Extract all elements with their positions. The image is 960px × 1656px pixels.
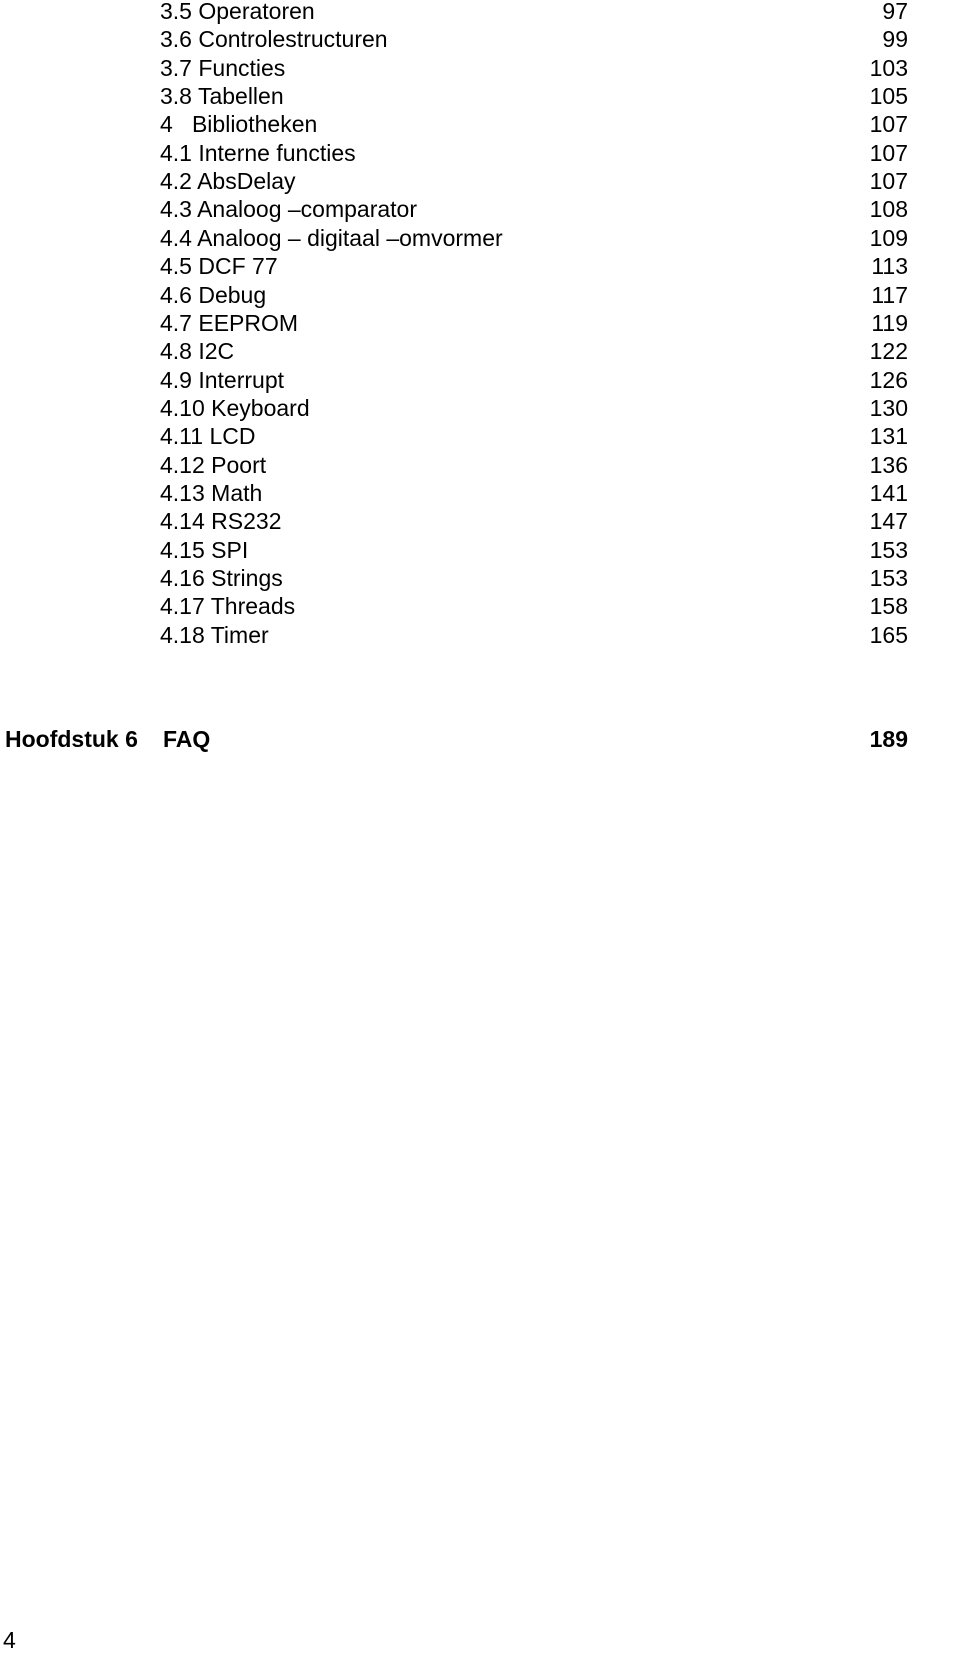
toc-entry-title: 3.7 Functies bbox=[160, 54, 286, 81]
toc-entry[interactable]: 3.6 Controlestructuren 99 bbox=[0, 25, 960, 53]
toc-entry-page-number: 113 bbox=[871, 253, 908, 280]
toc-entry-page-number: 136 bbox=[869, 451, 908, 478]
toc-entry-title: 3.5 Operatoren bbox=[160, 0, 315, 24]
toc-entry-page-number: 109 bbox=[869, 224, 908, 251]
toc-entry-title: 4.6 Debug bbox=[160, 281, 267, 308]
toc-entry-title: 4.18 Timer bbox=[160, 621, 269, 648]
toc-entry[interactable]: 4.17 Threads 158 bbox=[0, 592, 960, 620]
toc-entry-title: 4.1 Interne functies bbox=[160, 139, 356, 166]
toc-entry-title: 4.14 RS232 bbox=[160, 508, 282, 535]
toc-entry-title: 4.3 Analoog –comparator bbox=[160, 196, 418, 223]
toc-entry-page-number: 107 bbox=[869, 139, 908, 166]
toc-entry-page-number: 105 bbox=[869, 83, 908, 110]
toc-entry[interactable]: 4.9 Interrupt 126 bbox=[0, 366, 960, 394]
toc-entry-title: 4 Bibliotheken bbox=[160, 111, 318, 138]
toc-entry[interactable]: 4.7 EEPROM 119 bbox=[0, 309, 960, 337]
toc-entry[interactable]: 4.6 Debug 117 bbox=[0, 281, 960, 309]
toc-entry-page-number: 147 bbox=[869, 508, 908, 535]
page-footer-number: 4 bbox=[3, 1627, 16, 1653]
toc-entry-title: 4.16 Strings bbox=[160, 565, 283, 591]
toc-entry-page-number: 117 bbox=[871, 281, 908, 308]
toc-entry-title: 3.8 Tabellen bbox=[160, 83, 284, 110]
toc-entry-title: 4.17 Threads bbox=[160, 593, 296, 620]
toc-entry-page-number: 153 bbox=[869, 565, 908, 591]
toc-entry[interactable]: 4.10 Keyboard 130 bbox=[0, 394, 960, 422]
toc-entry-title: 4.4 Analoog – digitaal –omvormer bbox=[160, 224, 503, 251]
toc-entry-title: 4.9 Interrupt bbox=[160, 366, 285, 393]
toc-entry-page-number: 122 bbox=[869, 338, 908, 365]
toc-entry-title: 4.11 LCD bbox=[160, 423, 256, 450]
toc-entry[interactable]: 4.14 RS232 147 bbox=[0, 507, 960, 535]
toc-entry[interactable]: 4.18 Timer 165 bbox=[0, 621, 960, 649]
toc-entry-page-number: 107 bbox=[869, 168, 908, 195]
toc-entry[interactable]: 4.8 I2C 122 bbox=[0, 337, 960, 365]
toc-entry[interactable]: 4.4 Analoog – digitaal –omvormer 109 bbox=[0, 224, 960, 252]
toc-chapter-entry[interactable]: Hoofdstuk 6 FAQ 189 bbox=[0, 724, 960, 754]
toc-entry-page-number: 130 bbox=[869, 394, 908, 421]
toc-entry-page-number: 119 bbox=[871, 309, 908, 336]
toc-entry[interactable]: 4.11 LCD 131 bbox=[0, 422, 960, 450]
chapter-page-number: 189 bbox=[869, 726, 908, 752]
toc-entry[interactable]: 4.2 AbsDelay 107 bbox=[0, 167, 960, 195]
toc-entry[interactable]: 4.3 Analoog –comparator 108 bbox=[0, 195, 960, 223]
toc-entry-page-number: 141 bbox=[869, 479, 908, 506]
toc-entry[interactable]: 4.15 SPI 153 bbox=[0, 536, 960, 564]
toc-entry[interactable]: 4 Bibliotheken 107 bbox=[0, 110, 960, 138]
chapter-label: Hoofdstuk 6 bbox=[5, 726, 138, 752]
toc-entry-title: 4.2 AbsDelay bbox=[160, 168, 296, 195]
toc-entry-page-number: 108 bbox=[869, 196, 908, 223]
chapter-title: FAQ bbox=[163, 726, 211, 752]
toc-entry[interactable]: 4.1 Interne functies 107 bbox=[0, 139, 960, 167]
toc-entry[interactable]: 3.7 Functies 103 bbox=[0, 54, 960, 82]
toc-entry-page-number: 126 bbox=[869, 366, 908, 393]
toc-entry-page-number: 103 bbox=[869, 54, 908, 81]
toc-entry[interactable]: 4.13 Math 141 bbox=[0, 479, 960, 507]
toc-entry[interactable]: 3.8 Tabellen 105 bbox=[0, 82, 960, 110]
toc-entry-title: 4.13 Math bbox=[160, 479, 263, 506]
toc-entry-page-number: 131 bbox=[869, 423, 908, 450]
toc-entry[interactable]: 4.5 DCF 77 113 bbox=[0, 252, 960, 280]
toc-entry[interactable]: 4.16 Strings 153 bbox=[0, 564, 960, 592]
toc-entry-title: 4.12 Poort bbox=[160, 451, 267, 478]
toc-entry-title: 4.8 I2C bbox=[160, 338, 235, 365]
toc-entry[interactable]: 4.12 Poort 136 bbox=[0, 451, 960, 479]
toc-entry-page-number: 97 bbox=[882, 0, 908, 24]
toc-entry-title: 4.10 Keyboard bbox=[160, 394, 310, 421]
toc-entry-page-number: 158 bbox=[869, 593, 908, 620]
toc-entry-title: 4.15 SPI bbox=[160, 536, 249, 563]
toc-entry-page-number: 153 bbox=[869, 536, 908, 563]
toc-entry-page-number: 107 bbox=[869, 111, 908, 138]
toc-entry-title: 4.7 EEPROM bbox=[160, 309, 299, 336]
toc-entry[interactable]: 3.5 Operatoren 97 bbox=[0, 0, 960, 25]
toc-entry-title: 3.6 Controlestructuren bbox=[160, 26, 388, 53]
toc-entry-page-number: 165 bbox=[869, 621, 908, 648]
toc-entry-page-number: 99 bbox=[882, 26, 908, 53]
toc-entry-title: 4.5 DCF 77 bbox=[160, 253, 278, 280]
